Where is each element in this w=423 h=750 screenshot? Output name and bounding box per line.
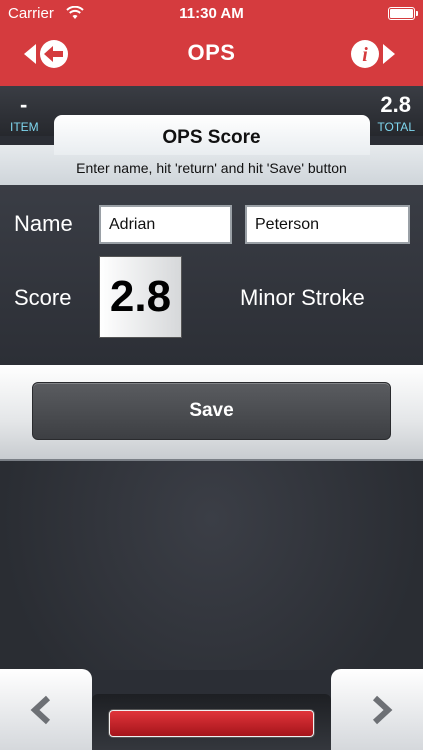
chevron-left-icon (30, 695, 51, 725)
info-icon: i (351, 40, 395, 68)
first-name-input[interactable] (99, 205, 232, 244)
chevron-right-icon (372, 695, 393, 725)
score-category: Minor Stroke (240, 285, 365, 310)
score-title: OPS Score (162, 127, 261, 148)
next-button[interactable] (331, 669, 423, 750)
name-label: Name (14, 211, 73, 236)
instruction-text: Enter name, hit 'return' and hit 'Save' … (76, 160, 347, 176)
last-name-input[interactable] (245, 205, 410, 244)
score-label: Score (14, 285, 72, 310)
score-value-box: 2.8 (99, 256, 182, 338)
total-value: 2.8 (380, 92, 411, 117)
progress-bar (109, 710, 314, 737)
item-value: - (20, 92, 28, 117)
status-time: 11:30 AM (179, 5, 244, 22)
battery-icon (388, 7, 418, 20)
info-button[interactable]: i (349, 38, 397, 70)
status-bar: Carrier 11:30 AM (0, 0, 423, 28)
previous-button[interactable] (0, 669, 92, 750)
save-button[interactable]: Save (32, 382, 391, 440)
svg-text:i: i (362, 44, 368, 66)
